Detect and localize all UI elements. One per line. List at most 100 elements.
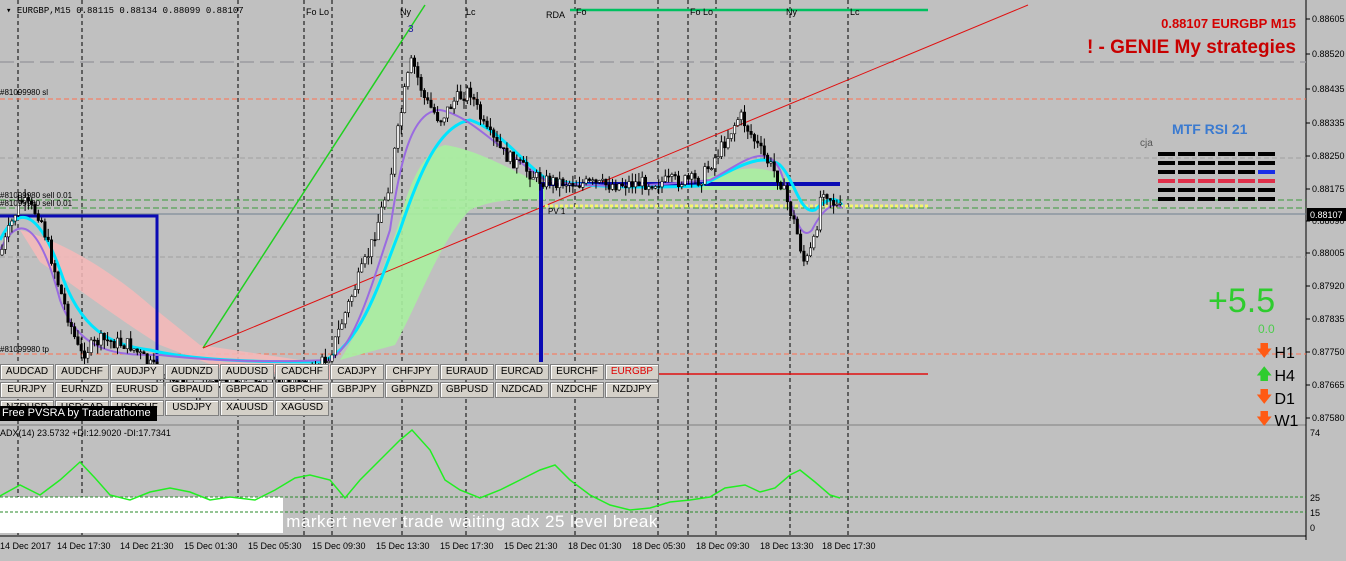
rsi-cell <box>1238 179 1255 183</box>
pair-button-eurnzd[interactable]: EURNZD <box>55 382 109 398</box>
pair-button-audusd[interactable]: AUDUSD <box>220 364 274 380</box>
candle-body <box>538 172 542 184</box>
pair-button-gbpnzd[interactable]: GBPNZD <box>385 382 439 398</box>
pair-button-cadjpy[interactable]: CADJPY <box>330 364 384 380</box>
pair-button-euraud[interactable]: EURAUD <box>440 364 494 380</box>
rsi-cell <box>1238 161 1255 165</box>
candle-body <box>818 196 822 231</box>
price-tick-label: 0.88175 <box>1312 184 1345 194</box>
candle-body <box>617 183 621 191</box>
candle-body <box>700 183 704 186</box>
candle-body <box>515 159 519 169</box>
candle-body <box>132 348 136 351</box>
pair-button-gbpjpy[interactable]: GBPJPY <box>330 382 384 398</box>
pair-button-gbpchf[interactable]: GBPCHF <box>275 382 329 398</box>
candle-body <box>729 133 733 139</box>
candle-body <box>498 141 502 148</box>
candle-body <box>429 99 433 108</box>
candle-body <box>7 225 11 238</box>
pair-button-gbpusd[interactable]: GBPUSD <box>440 382 494 398</box>
candle-body <box>739 111 743 120</box>
rsi-cell <box>1218 188 1235 192</box>
pair-button-nzdchf[interactable]: NZDCHF <box>550 382 604 398</box>
candle-body <box>544 175 548 188</box>
time-axis[interactable]: 14 Dec 2017 14 Dec 17:30 14 Dec 21:30 15 De… <box>0 541 876 551</box>
timeframe-label: W1 <box>1274 412 1299 430</box>
pair-button-audjpy[interactable]: AUDJPY <box>110 364 164 380</box>
candle-body <box>822 194 826 198</box>
pair-button-eurcad[interactable]: EURCAD <box>495 364 549 380</box>
rsi-cell <box>1178 197 1195 201</box>
candle-body <box>13 215 17 222</box>
time-tick-label: 18 Dec 09:30 <box>696 541 750 551</box>
candle-body <box>719 141 723 157</box>
time-tick-label: 15 Dec 17:30 <box>440 541 494 551</box>
candle-body <box>792 215 796 220</box>
pair-button-eurusd[interactable]: EURUSD <box>110 382 164 398</box>
candle-body <box>640 176 644 187</box>
pair-button-eurgbp[interactable]: EURGBP <box>605 364 659 380</box>
candle-body <box>66 303 70 323</box>
pair-button-eurjpy[interactable]: EURJPY <box>0 382 54 398</box>
price-tick-label: 0.88435 <box>1312 84 1345 94</box>
pair-button-gbpcad[interactable]: GBPCAD <box>220 382 274 398</box>
time-tick-label: 14 Dec 21:30 <box>120 541 174 551</box>
candle-body <box>396 125 400 149</box>
price-title: 0.88107 EURGBP M15 <box>1161 16 1296 31</box>
rsi-cell <box>1238 197 1255 201</box>
candle-body <box>528 171 532 180</box>
candle-body <box>10 220 14 226</box>
candle-body <box>799 233 803 252</box>
price-tick-label: 0.88520 <box>1312 49 1345 59</box>
candle-body <box>723 141 727 149</box>
chart-window[interactable]: #81099980 sl #81099980 tp #81099980 sell… <box>0 0 1346 561</box>
candle-body <box>706 166 710 170</box>
pair-button-eurchf[interactable]: EURCHF <box>550 364 604 380</box>
price-tick-label: 0.87920 <box>1312 281 1345 291</box>
pair-button-audnzd[interactable]: AUDNZD <box>165 364 219 380</box>
candle-body <box>112 341 116 349</box>
rsi-cell <box>1238 188 1255 192</box>
pair-button-nzdcad[interactable]: NZDCAD <box>495 382 549 398</box>
genie-title: ! - GENIE My strategies <box>1086 37 1296 58</box>
main-pane[interactable] <box>0 0 1306 424</box>
pair-button-gbpaud[interactable]: GBPAUD <box>165 382 219 398</box>
candle-body <box>442 117 446 123</box>
pair-button-xagusd[interactable]: XAGUSD <box>275 400 329 416</box>
candle-body <box>350 296 354 302</box>
candle-body <box>667 175 671 178</box>
candle-body <box>40 220 44 222</box>
pair-button-xauusd[interactable]: XAUUSD <box>220 400 274 416</box>
candle-body <box>554 177 558 188</box>
pair-button-audchf[interactable]: AUDCHF <box>55 364 109 380</box>
candle-body <box>409 57 413 73</box>
pair-button-nzdjpy[interactable]: NZDJPY <box>605 382 659 398</box>
candle-body <box>46 236 50 241</box>
candle-body <box>92 339 96 342</box>
candle-body <box>789 201 793 216</box>
pair-button-cadchf[interactable]: CADCHF <box>275 364 329 380</box>
candle-body <box>518 159 522 161</box>
candle-body <box>574 185 578 187</box>
strength-sub-score: 0.0 <box>1258 322 1275 336</box>
candle-body <box>696 177 700 186</box>
candle-body <box>363 256 367 265</box>
candle-body <box>323 356 327 363</box>
candle-body <box>643 176 647 190</box>
candle-body <box>581 182 585 188</box>
rsi-cell <box>1158 197 1175 201</box>
candle-body <box>142 351 146 355</box>
pair-button-chfjpy[interactable]: CHFJPY <box>385 364 439 380</box>
candle-body <box>327 360 331 363</box>
pair-button-audcad[interactable]: AUDCAD <box>0 364 54 380</box>
rsi-cell <box>1158 188 1175 192</box>
rsi-cell <box>1238 170 1255 174</box>
candle-body <box>736 119 740 126</box>
candle-body <box>59 284 63 295</box>
adx-tick-label: 25 <box>1310 493 1320 503</box>
tp-label: #81099980 tp <box>0 345 49 354</box>
chart-canvas[interactable]: #81099980 sl #81099980 tp #81099980 sell… <box>0 0 1346 561</box>
time-tick-label: 14 Dec 17:30 <box>57 541 111 551</box>
adx-axis: 74 25 15 0 <box>1310 428 1320 533</box>
pair-button-usdjpy[interactable]: USDJPY <box>165 400 219 416</box>
